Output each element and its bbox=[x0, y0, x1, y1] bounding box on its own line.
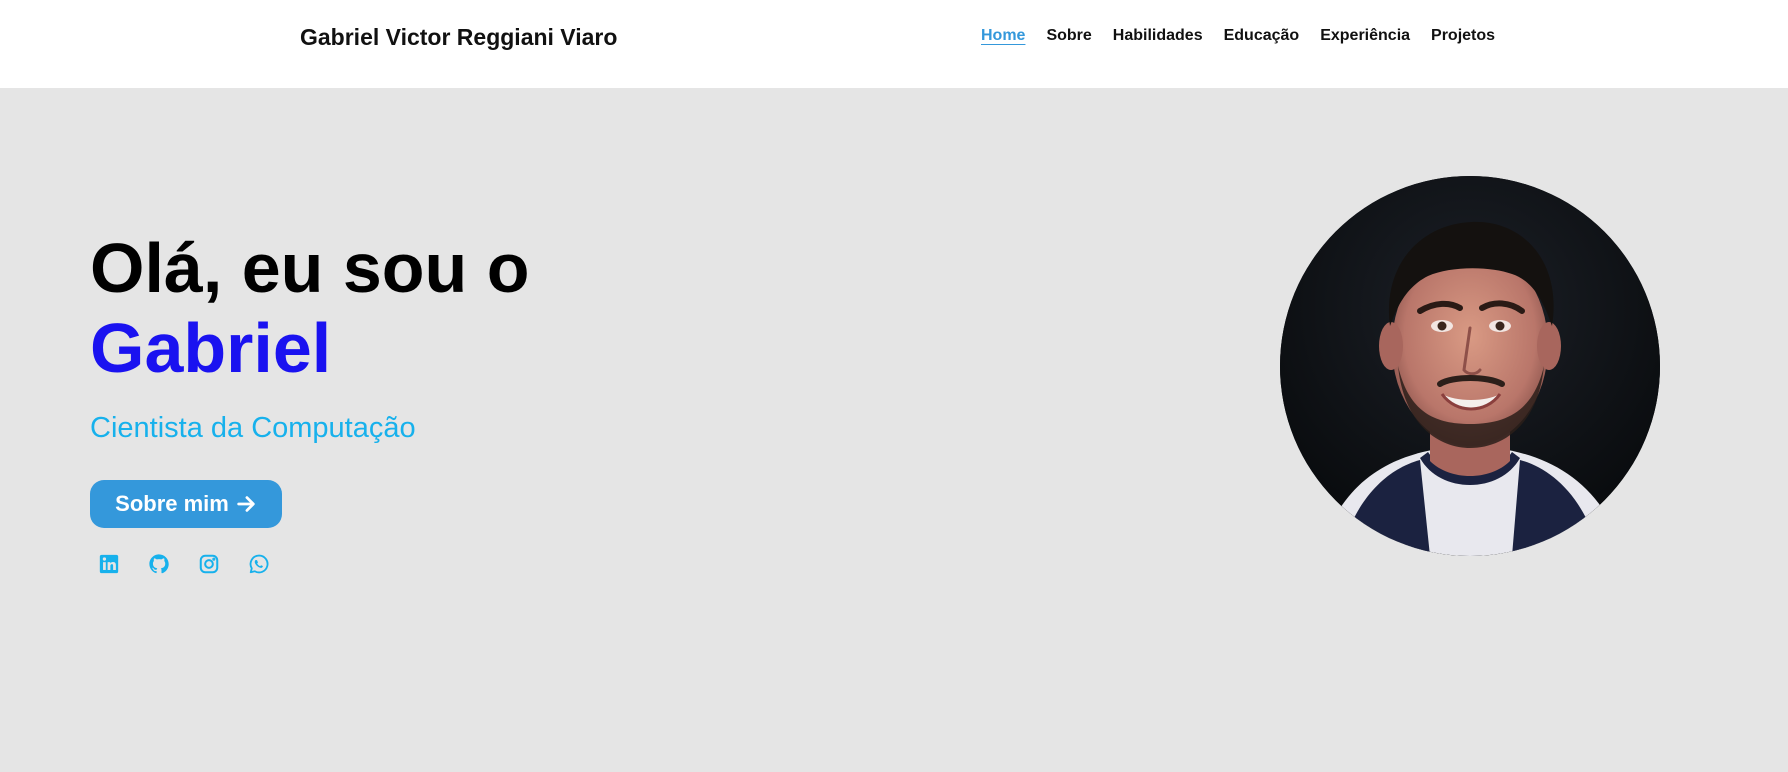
nav-link-projetos[interactable]: Projetos bbox=[1431, 27, 1495, 45]
profile-photo bbox=[1280, 176, 1660, 556]
linkedin-link[interactable] bbox=[98, 553, 120, 575]
arrow-right-icon bbox=[237, 496, 255, 512]
nav-link-educacao[interactable]: Educação bbox=[1224, 27, 1300, 45]
hero-role: Cientista da Computação bbox=[90, 412, 416, 444]
whatsapp-icon bbox=[249, 554, 269, 574]
main-nav: Home Sobre Habilidades Educação Experiên… bbox=[981, 27, 1495, 45]
instagram-icon bbox=[199, 554, 219, 574]
nav-link-experiencia[interactable]: Experiência bbox=[1320, 27, 1410, 45]
instagram-link[interactable] bbox=[198, 553, 220, 575]
linkedin-icon bbox=[99, 554, 119, 574]
hero-name: Gabriel bbox=[90, 309, 332, 387]
about-me-button[interactable]: Sobre mim bbox=[90, 480, 282, 528]
hero-greeting: Olá, eu sou o bbox=[90, 229, 530, 307]
social-links bbox=[98, 553, 270, 575]
site-brand[interactable]: Gabriel Victor Reggiani Viaro bbox=[300, 24, 617, 51]
whatsapp-link[interactable] bbox=[248, 553, 270, 575]
top-navbar: Gabriel Victor Reggiani Viaro Home Sobre… bbox=[0, 0, 1788, 88]
nav-link-home[interactable]: Home bbox=[981, 27, 1025, 45]
nav-link-sobre[interactable]: Sobre bbox=[1046, 27, 1091, 45]
github-icon bbox=[149, 554, 169, 574]
github-link[interactable] bbox=[148, 553, 170, 575]
nav-link-habilidades[interactable]: Habilidades bbox=[1113, 27, 1203, 45]
hero-section: Olá, eu sou o Gabriel Cientista da Compu… bbox=[0, 88, 1788, 772]
about-me-label: Sobre mim bbox=[115, 491, 229, 516]
hero-text: Olá, eu sou o Gabriel Cientista da Compu… bbox=[90, 228, 530, 574]
portrait-illustration bbox=[1280, 176, 1660, 556]
hero-heading: Olá, eu sou o Gabriel bbox=[90, 228, 530, 388]
